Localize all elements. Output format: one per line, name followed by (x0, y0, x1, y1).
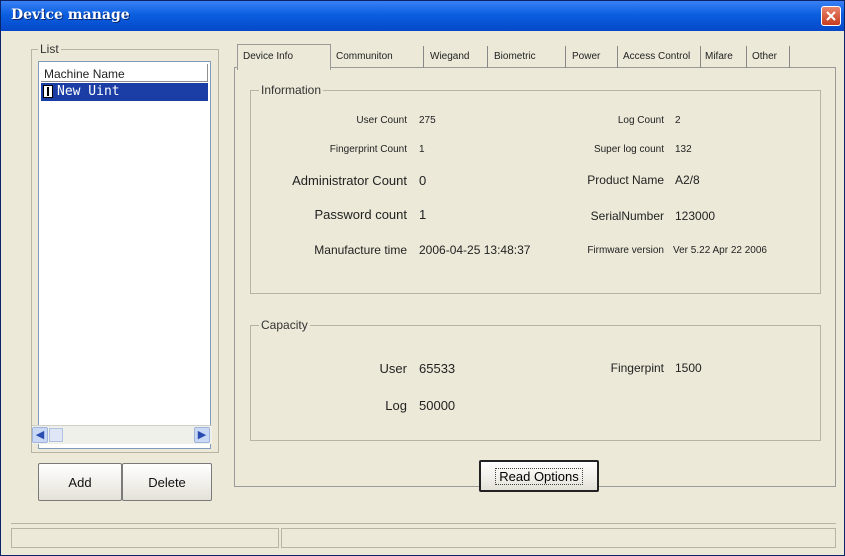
serial-number-value: 123000 (675, 209, 716, 223)
tab-wiegand[interactable]: Wiegand (430, 46, 488, 68)
close-icon (826, 11, 836, 21)
super-log-count-label: Super log count (593, 144, 664, 155)
product-name-value: A2/8 (675, 173, 700, 187)
user-count-value: 275 (419, 115, 436, 126)
list-group-title: List (38, 42, 61, 56)
serial-number-label: SerialNumber (590, 209, 664, 223)
close-button[interactable] (821, 6, 841, 26)
scroll-right-button[interactable]: ▶ (194, 427, 210, 443)
super-log-count-value: 132 (675, 144, 692, 155)
machine-list[interactable]: Machine Name New Uint (38, 61, 211, 449)
log-count-label: Log Count (617, 115, 664, 126)
list-item-label: New Uint (57, 84, 120, 99)
tab-access-control[interactable]: Access Control (623, 46, 701, 68)
capacity-log-value: 50000 (419, 398, 456, 413)
delete-button[interactable]: Delete (122, 463, 212, 501)
product-name-label: Product Name (587, 173, 664, 187)
capacity-group-title: Capacity (259, 318, 310, 332)
information-group: Information (250, 83, 821, 294)
capacity-fingerprint-value: 1500 (675, 361, 702, 375)
tab-other[interactable]: Other (752, 46, 790, 68)
manufacture-time-value: 2006-04-25 13:48:37 (419, 243, 531, 257)
capacity-fingerprint-label: Fingerpint (610, 361, 664, 375)
device-manage-window: Device manage List Machine Name New Uint… (0, 0, 845, 556)
firmware-version-value: Ver 5.22 Apr 22 2006 (673, 245, 767, 256)
scroll-left-button[interactable]: ◀ (32, 427, 48, 443)
read-options-label: Read Options (495, 468, 583, 485)
password-count-label: Password count (314, 207, 408, 222)
tab-biometric[interactable]: Biometric (494, 46, 566, 68)
capacity-user-label: User (379, 361, 407, 376)
capacity-user-value: 65533 (419, 361, 456, 376)
fingerprint-count-label: Fingerprint Count (329, 144, 407, 155)
status-pane-left (11, 528, 279, 548)
arrow-left-icon: ◀ (35, 429, 45, 441)
horizontal-scrollbar[interactable]: ◀ ▶ (32, 425, 212, 444)
arrow-right-icon: ▶ (197, 429, 207, 441)
tab-communication[interactable]: Communiton (336, 46, 424, 68)
status-pane-right (281, 528, 836, 548)
scroll-thumb[interactable] (49, 428, 63, 442)
manufacture-time-label: Manufacture time (314, 243, 407, 257)
tab-mifare[interactable]: Mifare (705, 46, 747, 68)
window-title: Device manage (11, 7, 130, 23)
device-icon (43, 85, 53, 98)
title-bar[interactable]: Device manage (1, 1, 844, 31)
password-count-value: 1 (419, 207, 427, 222)
tab-device-info[interactable]: Device Info (237, 44, 331, 70)
list-item[interactable]: New Uint (41, 83, 208, 101)
capacity-log-label: Log (385, 398, 407, 413)
firmware-version-label: Firmware version (587, 245, 664, 256)
column-header-machine-name[interactable]: Machine Name (41, 64, 208, 82)
status-bar (11, 523, 836, 552)
read-options-button[interactable]: Read Options (479, 460, 599, 492)
add-button[interactable]: Add (38, 463, 122, 501)
tab-power[interactable]: Power (572, 46, 618, 68)
capacity-group: Capacity (250, 318, 821, 441)
administrator-count-value: 0 (419, 173, 427, 188)
information-group-title: Information (259, 83, 324, 97)
log-count-value: 2 (675, 115, 681, 126)
fingerprint-count-value: 1 (419, 144, 425, 155)
user-count-label: User Count (356, 115, 407, 126)
administrator-count-label: Administrator Count (292, 173, 407, 188)
